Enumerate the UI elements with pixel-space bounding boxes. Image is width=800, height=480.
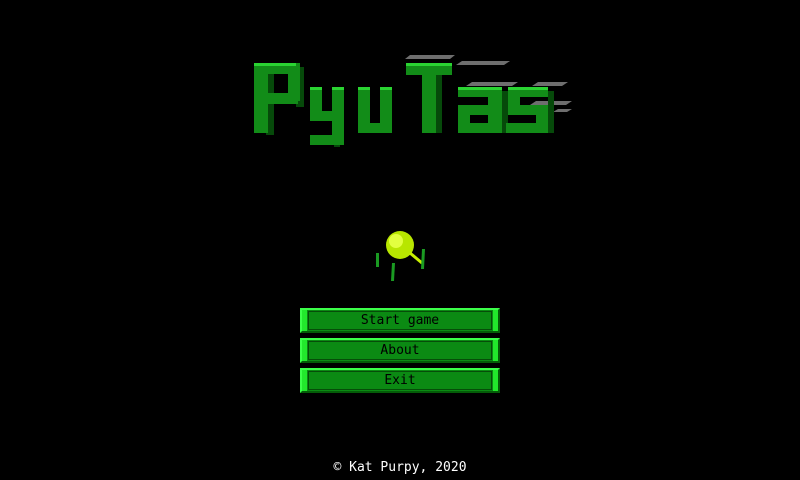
game-logo (254, 55, 572, 147)
player-ship-icon (376, 231, 425, 281)
copyright-footer: © Kat Purpy, 2020 (333, 460, 467, 475)
exit-button[interactable]: Exit (300, 368, 500, 393)
about-label: About (380, 343, 420, 358)
about-button[interactable]: About (300, 338, 500, 363)
start-game-button[interactable]: Start game (300, 308, 500, 333)
exit-label: Exit (384, 373, 416, 388)
start-game-label: Start game (360, 313, 440, 328)
